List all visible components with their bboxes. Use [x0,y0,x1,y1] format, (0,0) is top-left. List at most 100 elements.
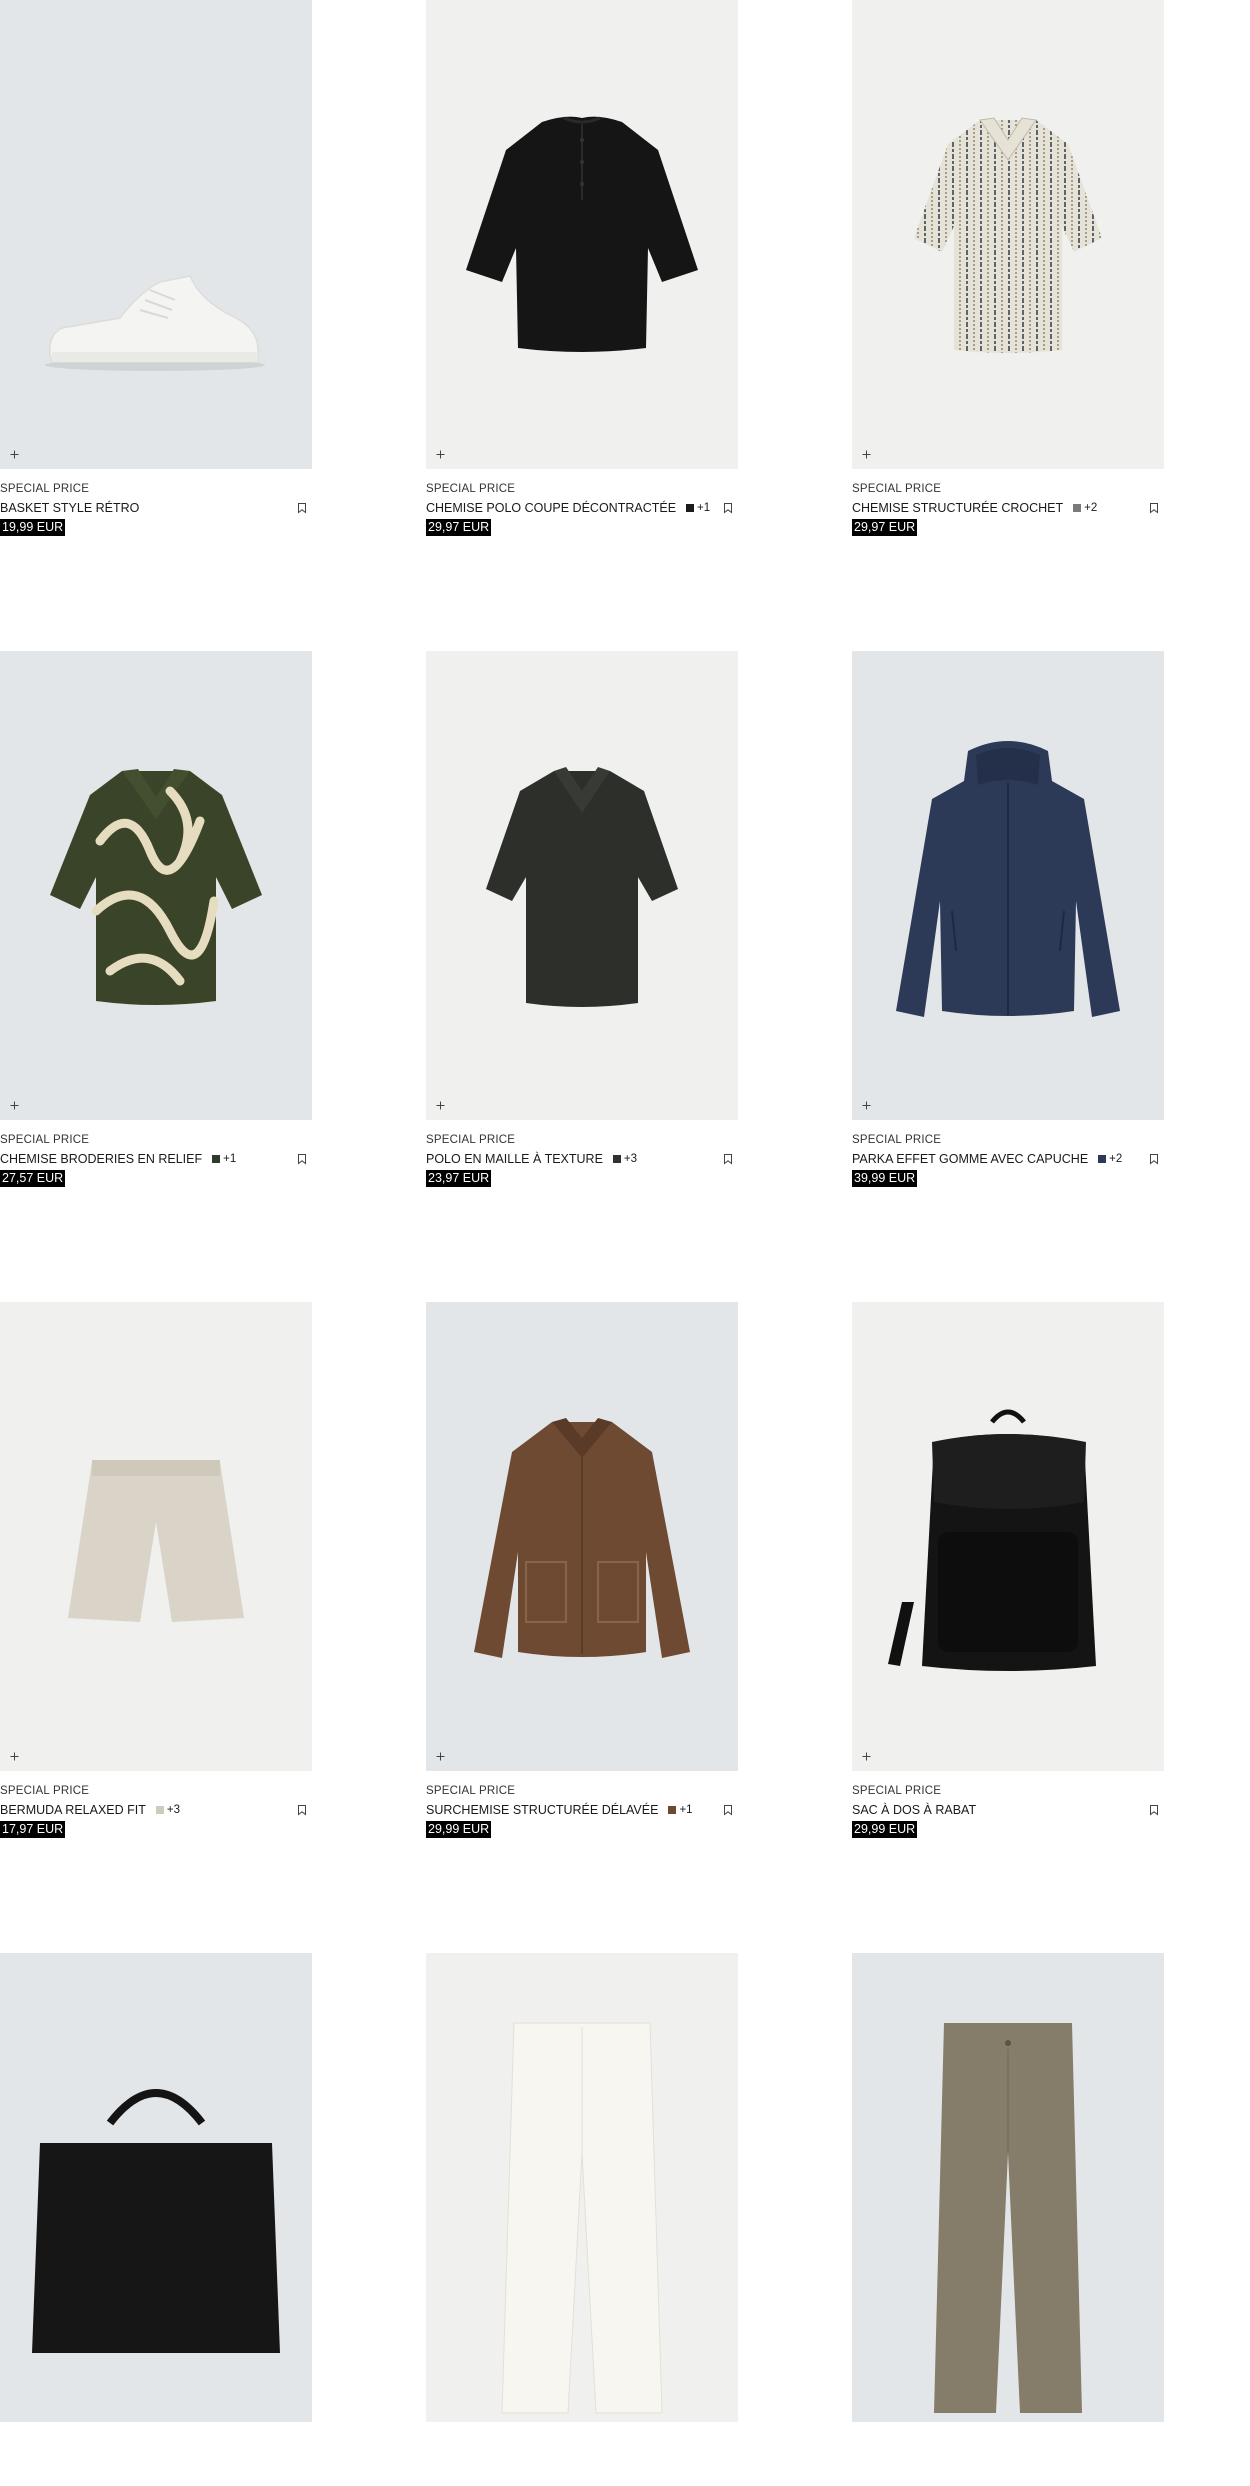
product-price: 29,99 EUR [426,1821,492,1838]
special-price-label: SPECIAL PRICE [426,1785,516,1797]
product-card[interactable]: SPECIAL PRICE POLO EN MAILLE À TEXTURE +… [426,651,738,1187]
product-info: SPECIAL PRICE CHEMISE POLO COUPE DÉCONTR… [426,469,738,536]
product-price: 23,97 EUR [426,1170,492,1187]
knit-polo-image[interactable] [426,651,738,1120]
quick-add-button[interactable] [861,1100,872,1111]
bookmark-icon[interactable] [722,1804,734,1816]
product-info: SPECIAL PRICE BERMUDA RELAXED FIT +3 17,… [0,1771,312,1838]
color-swatches[interactable]: +3 [612,1153,638,1165]
product-grid: SPECIAL PRICE BASKET STYLE RÉTRO 19,99 E… [0,0,1250,2486]
product-name-row: CHEMISE STRUCTURÉE CROCHET +2 [852,500,1164,516]
parka-image[interactable] [852,651,1164,1120]
product-card[interactable] [0,1953,312,2486]
product-price: 39,99 EUR [852,1170,918,1187]
quick-add-button[interactable] [435,449,446,460]
plus-icon [436,1101,445,1110]
overshirt-image[interactable] [426,1302,738,1771]
bermuda-shorts-image[interactable] [0,1302,312,1771]
product-price: 29,97 EUR [426,519,492,536]
quick-add-button[interactable] [435,1751,446,1762]
product-card[interactable]: SPECIAL PRICE SURCHEMISE STRUCTURÉE DÉLA… [426,1302,738,1838]
quick-add-button[interactable] [435,1100,446,1111]
plus-icon [10,450,19,459]
color-swatches[interactable]: +2 [1098,1153,1122,1165]
product-image-area[interactable] [0,651,312,1120]
product-price: 29,97 EUR [852,519,918,536]
plus-icon [10,1752,19,1761]
bookmark-icon[interactable] [296,502,308,514]
product-name[interactable]: BASKET STYLE RÉTRO [0,500,139,516]
color-swatches[interactable]: +3 [155,1804,180,1816]
product-name[interactable]: SAC À DOS À RABAT [852,1802,976,1818]
product-price: 17,97 EUR [0,1821,66,1838]
product-image-area[interactable] [852,0,1164,469]
product-name[interactable]: BERMUDA RELAXED FIT [0,1802,146,1818]
more-colors-count: +2 [1084,502,1098,514]
bookmark-icon[interactable] [296,1153,308,1165]
backpack-image[interactable] [852,1302,1164,1771]
product-card[interactable]: SPECIAL PRICE CHEMISE BRODERIES EN RELIE… [0,651,312,1187]
quick-add-button[interactable] [861,449,872,460]
bookmark-icon[interactable] [1148,1153,1160,1165]
product-name-row: BERMUDA RELAXED FIT +3 [0,1802,312,1818]
special-price-label: SPECIAL PRICE [852,483,942,495]
quick-add-button[interactable] [9,1100,20,1111]
color-swatches[interactable]: +2 [1073,502,1097,514]
quick-add-button[interactable] [9,1751,20,1762]
product-price: 27,57 EUR [0,1170,66,1187]
product-name[interactable]: CHEMISE STRUCTURÉE CROCHET [852,500,1063,516]
product-name[interactable]: POLO EN MAILLE À TEXTURE [426,1151,603,1167]
color-chip [155,1806,164,1814]
product-card[interactable]: SPECIAL PRICE PARKA EFFET GOMME AVEC CAP… [852,651,1164,1187]
white-trousers-image[interactable] [426,1953,738,2422]
more-colors-count: +3 [623,1153,638,1165]
bookmark-icon[interactable] [1148,502,1160,514]
product-card[interactable] [426,1953,738,2486]
product-image-area[interactable] [852,1302,1164,1771]
product-name-row: PARKA EFFET GOMME AVEC CAPUCHE +2 [852,1151,1164,1167]
color-swatches[interactable]: +1 [212,1153,236,1165]
product-image-area[interactable] [852,1953,1164,2422]
product-name[interactable]: CHEMISE BRODERIES EN RELIEF [0,1151,202,1167]
product-image-area[interactable] [426,651,738,1120]
black-polo-shirt-image[interactable] [426,0,738,469]
embroidered-shirt-image[interactable] [0,651,312,1120]
product-name[interactable]: PARKA EFFET GOMME AVEC CAPUCHE [852,1151,1088,1167]
product-card[interactable]: SPECIAL PRICE BASKET STYLE RÉTRO 19,99 E… [0,0,312,536]
khaki-trousers-image[interactable] [852,1953,1164,2422]
product-card[interactable]: SPECIAL PRICE CHEMISE POLO COUPE DÉCONTR… [426,0,738,536]
crochet-shirt-image[interactable] [852,0,1164,469]
color-chip [668,1806,677,1814]
product-image-area[interactable] [426,0,738,469]
product-image-area[interactable] [852,651,1164,1120]
quick-add-button[interactable] [861,1751,872,1762]
plus-icon [862,1752,871,1761]
quick-add-button[interactable] [9,449,20,460]
product-name[interactable]: CHEMISE POLO COUPE DÉCONTRACTÉE [426,500,676,516]
color-swatches[interactable]: +1 [686,502,710,514]
product-name[interactable]: SURCHEMISE STRUCTURÉE DÉLAVÉE [426,1802,658,1818]
product-info: SPECIAL PRICE CHEMISE STRUCTURÉE CROCHET… [852,469,1164,536]
product-card[interactable]: SPECIAL PRICE CHEMISE STRUCTURÉE CROCHET… [852,0,1164,536]
bookmark-icon[interactable] [1148,1804,1160,1816]
bookmark-icon[interactable] [296,1804,308,1816]
product-image-area[interactable] [426,1953,738,2422]
product-image-area[interactable] [0,1302,312,1771]
product-card[interactable]: SPECIAL PRICE SAC À DOS À RABAT 29,99 EU… [852,1302,1164,1838]
product-info: SPECIAL PRICE BASKET STYLE RÉTRO 19,99 E… [0,469,312,536]
product-image-area[interactable] [0,0,312,469]
bookmark-icon[interactable] [722,502,734,514]
product-name-row: CHEMISE BRODERIES EN RELIEF +1 [0,1151,312,1167]
sneaker-image[interactable] [0,0,312,469]
product-image-area[interactable] [426,1302,738,1771]
color-swatches[interactable]: +1 [668,1804,693,1816]
product-image-area[interactable] [0,1953,312,2422]
product-name-row: SURCHEMISE STRUCTURÉE DÉLAVÉE +1 [426,1802,738,1818]
color-chip [1098,1155,1107,1163]
product-card[interactable] [852,1953,1164,2486]
color-chip [212,1155,221,1163]
bag-image[interactable] [0,1953,312,2422]
special-price-label: SPECIAL PRICE [852,1785,942,1797]
product-card[interactable]: SPECIAL PRICE BERMUDA RELAXED FIT +3 17,… [0,1302,312,1838]
bookmark-icon[interactable] [722,1153,734,1165]
